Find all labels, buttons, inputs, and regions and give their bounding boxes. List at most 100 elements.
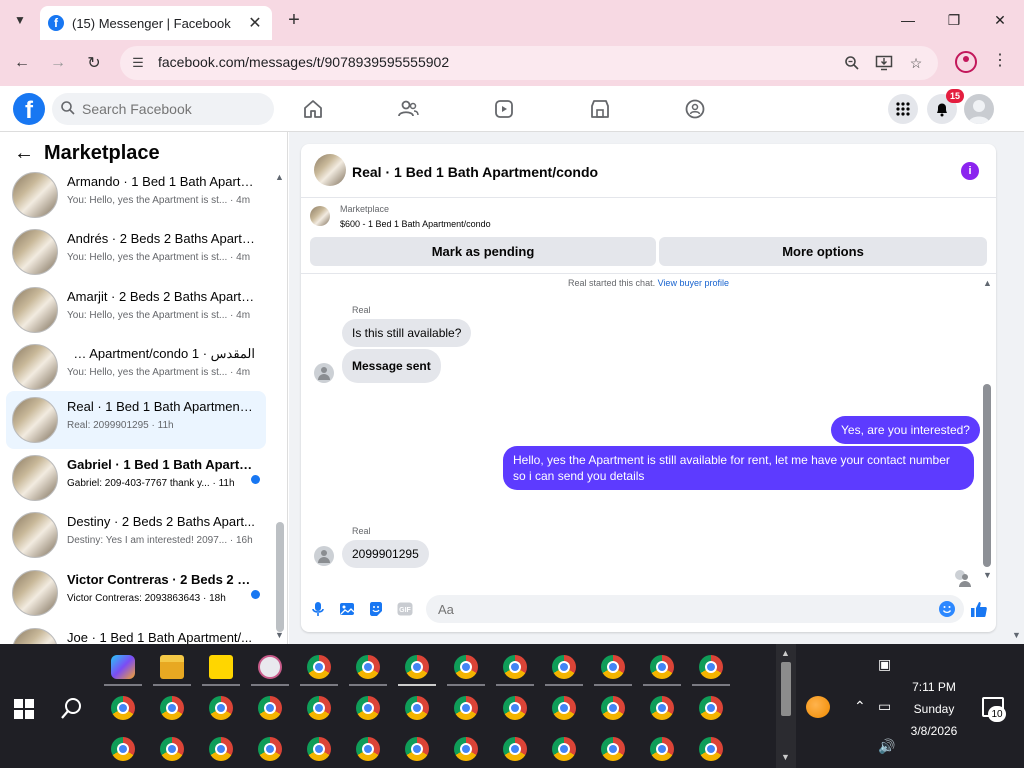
conversation-item[interactable]: Gabriel · 1 Bed 1 Bath Apartm... Gabriel… xyxy=(6,449,266,507)
chrome-icon[interactable] xyxy=(111,737,135,761)
forward-button[interactable]: → xyxy=(44,49,72,77)
chrome-icon[interactable] xyxy=(405,737,429,761)
microphone-icon[interactable] xyxy=(309,600,327,618)
taskbar-search-icon[interactable] xyxy=(60,696,84,720)
install-app-icon[interactable] xyxy=(874,53,894,73)
new-tab-button[interactable]: + xyxy=(282,8,306,32)
chrome-icon[interactable] xyxy=(405,655,429,679)
outgoing-message[interactable]: Hello, yes the Apartment is still availa… xyxy=(503,446,974,490)
chrome-icon[interactable] xyxy=(503,655,527,679)
chrome-icon[interactable] xyxy=(601,655,625,679)
chrome-icon[interactable] xyxy=(601,737,625,761)
chrome-icon[interactable] xyxy=(258,737,282,761)
friends-icon[interactable] xyxy=(395,96,421,122)
emoji-icon[interactable] xyxy=(939,601,955,617)
conversation-item-active[interactable]: Real · 1 Bed 1 Bath Apartment/c... Real:… xyxy=(6,391,266,449)
chrome-icon[interactable] xyxy=(552,655,576,679)
chrome-icon[interactable] xyxy=(552,696,576,720)
chrome-icon[interactable] xyxy=(454,655,478,679)
url-text[interactable]: facebook.com/messages/t/9078939595555902 xyxy=(158,54,449,70)
conversation-item[interactable]: Amarjit · 2 Beds 2 Baths Apartm... You: … xyxy=(6,281,266,339)
conversation-item[interactable]: Armando · 1 Bed 1 Bath Apartm... You: He… xyxy=(6,166,266,224)
chrome-icon[interactable] xyxy=(503,737,527,761)
meet-now-icon[interactable]: ▣ xyxy=(878,656,891,673)
reload-button[interactable]: ↻ xyxy=(80,49,108,77)
chrome-icon[interactable] xyxy=(503,696,527,720)
chrome-icon[interactable] xyxy=(650,696,674,720)
chrome-icon[interactable] xyxy=(209,737,233,761)
chrome-icon[interactable] xyxy=(454,737,478,761)
bookmark-star-icon[interactable]: ☆ xyxy=(906,53,926,73)
show-hidden-icons-chevron-icon[interactable]: ⌃ xyxy=(854,698,866,715)
chrome-icon[interactable] xyxy=(601,696,625,720)
marketplace-icon[interactable] xyxy=(587,96,613,122)
chrome-icon[interactable] xyxy=(699,737,723,761)
groups-icon[interactable] xyxy=(682,96,708,122)
browser-profile-icon[interactable] xyxy=(955,51,977,73)
conversation-item[interactable]: Andrés · 2 Beds 2 Baths Apartm... You: H… xyxy=(6,223,266,281)
listing-title[interactable]: $600 - 1 Bed 1 Bath Apartment/condo xyxy=(340,219,491,229)
gif-icon[interactable]: GIF xyxy=(396,600,414,618)
sender-avatar[interactable] xyxy=(314,363,334,383)
chrome-icon[interactable] xyxy=(356,737,380,761)
chrome-icon[interactable] xyxy=(160,696,184,720)
back-arrow-icon[interactable]: ← xyxy=(14,142,34,165)
taskbar-scroll-down-icon[interactable]: ▼ xyxy=(781,752,790,762)
scroll-up-arrow-icon[interactable]: ▲ xyxy=(275,172,284,182)
chrome-icon[interactable] xyxy=(552,737,576,761)
info-icon[interactable]: i xyxy=(961,162,979,180)
outgoing-message[interactable]: Yes, are you interested? xyxy=(831,416,980,444)
message-input[interactable] xyxy=(436,595,926,623)
tab-close-icon[interactable]: ✕ xyxy=(246,13,264,33)
address-bar[interactable]: ☰ facebook.com/messages/t/90789395955559… xyxy=(120,46,938,80)
more-options-button[interactable]: More options xyxy=(659,237,987,266)
chrome-icon[interactable] xyxy=(699,655,723,679)
search-input[interactable] xyxy=(80,93,270,125)
minimize-button[interactable]: — xyxy=(886,6,930,34)
copilot-icon[interactable] xyxy=(111,655,135,679)
maximize-button[interactable]: ❐ xyxy=(932,6,976,34)
zoom-icon[interactable] xyxy=(842,53,862,73)
chrome-icon[interactable] xyxy=(650,737,674,761)
chrome-icon[interactable] xyxy=(160,737,184,761)
back-button[interactable]: ← xyxy=(8,49,36,77)
taskbar-scroll-thumb[interactable] xyxy=(781,662,791,716)
sticky-notes-icon[interactable] xyxy=(209,655,233,679)
conversation-item[interactable]: المقدس · 1 th Apartment/condo... You: He… xyxy=(6,338,266,396)
weather-icon[interactable] xyxy=(806,696,830,718)
chrome-icon[interactable] xyxy=(111,696,135,720)
chrome-icon[interactable] xyxy=(307,737,331,761)
taskbar-scrollbar[interactable]: ▲ ▼ xyxy=(776,644,796,768)
page-scroll-down-icon[interactable]: ▼ xyxy=(1012,630,1021,640)
chat-scrollbar[interactable] xyxy=(983,384,991,567)
sidebar-scrollbar[interactable] xyxy=(276,522,284,632)
taskbar-scroll-up-icon[interactable]: ▲ xyxy=(781,648,790,658)
incoming-message[interactable]: Is this still available? xyxy=(342,319,472,347)
site-info-icon[interactable]: ☰ xyxy=(128,53,148,73)
chat-scroll-up-icon[interactable]: ▲ xyxy=(983,278,992,288)
facebook-logo[interactable]: f xyxy=(13,93,45,125)
taskbar-clock[interactable]: 7:11 PM Sunday 3/8/2026 xyxy=(900,676,968,742)
menu-grid-icon[interactable] xyxy=(888,94,918,124)
chrome-icon[interactable] xyxy=(209,696,233,720)
chrome-icon[interactable] xyxy=(699,696,723,720)
chat-scroll-down-icon[interactable]: ▼ xyxy=(983,570,992,580)
snipping-tool-icon[interactable] xyxy=(258,655,282,679)
chrome-icon[interactable] xyxy=(356,696,380,720)
message-input-wrapper[interactable] xyxy=(426,595,964,623)
account-avatar[interactable] xyxy=(964,94,994,124)
file-explorer-icon[interactable] xyxy=(160,655,184,679)
windows-start-icon[interactable] xyxy=(14,699,34,719)
scroll-down-arrow-icon[interactable]: ▼ xyxy=(275,630,284,640)
network-icon[interactable]: ▭ xyxy=(878,698,891,715)
chrome-icon[interactable] xyxy=(405,696,429,720)
photo-icon[interactable] xyxy=(338,600,356,618)
home-icon[interactable] xyxy=(300,96,326,122)
chrome-icon[interactable] xyxy=(650,655,674,679)
conversation-item[interactable]: Victor Contreras · 2 Beds 2 Ba... Victor… xyxy=(6,564,266,622)
volume-icon[interactable]: 🔊 xyxy=(878,738,895,755)
browser-menu-icon[interactable]: ⋮ xyxy=(992,50,1008,70)
chrome-icon[interactable] xyxy=(307,655,331,679)
incoming-message[interactable]: Message sent xyxy=(342,349,441,383)
chat-thumbnail[interactable] xyxy=(314,154,346,186)
